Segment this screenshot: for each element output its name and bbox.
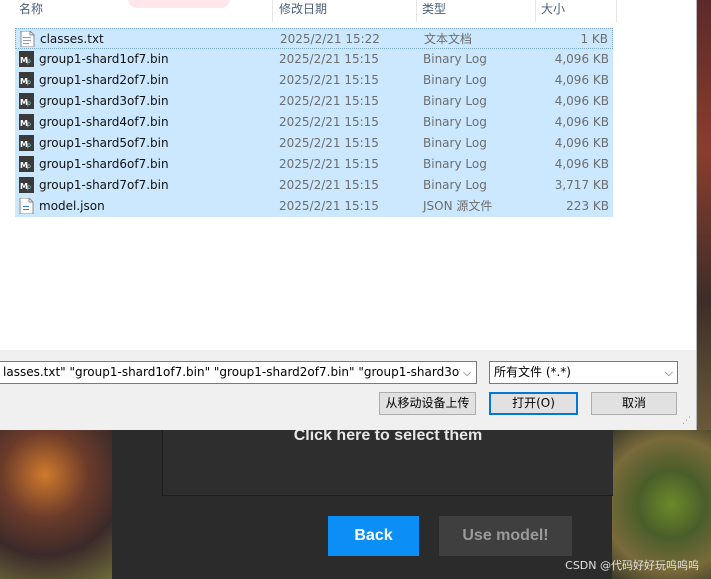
file-size: 4,096 KB <box>554 94 609 108</box>
file-type: Binary Log <box>423 94 487 108</box>
cancel-button[interactable]: 取消 <box>591 392 677 415</box>
file-type: Binary Log <box>423 52 487 66</box>
file-name: group1-shard6of7.bin <box>39 157 169 171</box>
filename-value: lasses.txt" "group1-shard1of7.bin" "grou… <box>3 365 472 379</box>
binary-file-icon: Mp <box>19 156 34 172</box>
file-date: 2025/2/21 15:15 <box>279 157 379 171</box>
file-row[interactable]: Mp group1-shard4of7.bin 2025/2/21 15:15 Bin… <box>15 112 613 133</box>
file-date: 2025/2/21 15:15 <box>279 94 379 108</box>
binary-file-icon: Mp <box>19 51 34 67</box>
file-dropzone[interactable]: Click here to select them <box>162 427 613 496</box>
resize-grip-icon[interactable]: ⋰ <box>682 416 691 426</box>
file-row[interactable]: model.json 2025/2/21 15:15 JSON 源文件 223 KB <box>15 196 613 217</box>
file-size: 4,096 KB <box>554 115 609 129</box>
binary-file-icon: Mp <box>19 114 34 130</box>
file-type: Binary Log <box>423 157 487 171</box>
file-date: 2025/2/21 15:15 <box>279 115 379 129</box>
column-header: 名称 修改日期 类型 大小 <box>0 0 617 22</box>
file-row[interactable]: Mp group1-shard1of7.bin 2025/2/21 15:15 Bin… <box>15 49 613 70</box>
back-button[interactable]: Back <box>328 516 419 556</box>
upload-from-mobile-button[interactable]: 从移动设备上传 <box>379 392 476 415</box>
use-model-button[interactable]: Use model! <box>439 516 572 556</box>
file-size: 4,096 KB <box>554 73 609 87</box>
json-file-icon <box>19 197 34 215</box>
chevron-down-icon[interactable]: ⌵ <box>665 362 673 383</box>
column-name[interactable]: 名称 <box>15 0 273 22</box>
file-type: Binary Log <box>423 73 487 87</box>
file-row[interactable]: classes.txt 2025/2/21 15:22 文本文档 1 KB <box>15 28 613 49</box>
file-row[interactable]: Mp group1-shard7of7.bin 2025/2/21 15:15 Bin… <box>15 175 613 196</box>
file-date: 2025/2/21 15:15 <box>279 178 379 192</box>
text-file-icon <box>20 30 35 48</box>
svg-text:p: p <box>27 142 31 149</box>
background-photo-left <box>0 430 112 579</box>
file-date: 2025/2/21 15:15 <box>279 136 379 150</box>
file-name: group1-shard1of7.bin <box>39 52 169 66</box>
binary-file-icon: Mp <box>19 135 34 151</box>
background-photo-strip <box>696 0 711 430</box>
file-open-dialog: 名称 修改日期 类型 大小 classes.txt 2025/2/21 15:22… <box>0 0 697 430</box>
svg-text:p: p <box>27 79 31 86</box>
svg-text:p: p <box>27 163 31 170</box>
file-size: 4,096 KB <box>554 52 609 66</box>
file-type: 文本文档 <box>424 32 473 46</box>
file-date: 2025/2/21 15:22 <box>280 32 380 46</box>
file-name: group1-shard4of7.bin <box>39 115 169 129</box>
column-type[interactable]: 类型 <box>418 0 536 22</box>
file-date: 2025/2/21 15:15 <box>279 73 379 87</box>
binary-file-icon: Mp <box>19 93 34 109</box>
file-size: 1 KB <box>580 32 608 46</box>
file-name: classes.txt <box>40 32 104 46</box>
column-size[interactable]: 大小 <box>537 0 617 22</box>
svg-text:p: p <box>27 121 31 128</box>
chevron-down-icon[interactable]: ⌵ <box>460 362 474 383</box>
watermark: CSDN @代码好好玩呜呜呜 <box>565 559 699 572</box>
binary-file-icon: Mp <box>19 177 34 193</box>
file-type: Binary Log <box>423 115 487 129</box>
file-size: 4,096 KB <box>554 136 609 150</box>
column-date[interactable]: 修改日期 <box>275 0 417 22</box>
file-type: Binary Log <box>423 136 487 150</box>
file-date: 2025/2/21 15:15 <box>279 52 379 66</box>
binary-file-icon: Mp <box>19 72 34 88</box>
file-date: 2025/2/21 15:15 <box>279 199 379 213</box>
svg-text:p: p <box>27 184 31 191</box>
file-type: Binary Log <box>423 178 487 192</box>
file-name: group1-shard3of7.bin <box>39 94 169 108</box>
file-size: 4,096 KB <box>554 157 609 171</box>
filetype-select[interactable]: 所有文件 (*.*) ⌵ <box>489 361 678 384</box>
file-row[interactable]: Mp group1-shard5of7.bin 2025/2/21 15:15 Bin… <box>15 133 613 154</box>
file-row[interactable]: Mp group1-shard3of7.bin 2025/2/21 15:15 Bin… <box>15 91 613 112</box>
file-size: 223 KB <box>566 199 609 213</box>
file-name: group1-shard5of7.bin <box>39 136 169 150</box>
svg-text:p: p <box>27 58 31 65</box>
svg-text:p: p <box>27 100 31 107</box>
file-row[interactable]: Mp group1-shard6of7.bin 2025/2/21 15:15 Bin… <box>15 154 613 175</box>
file-name: group1-shard7of7.bin <box>39 178 169 192</box>
file-row[interactable]: Mp group1-shard2of7.bin 2025/2/21 15:15 Bin… <box>15 70 613 91</box>
file-size: 3,717 KB <box>554 178 609 192</box>
filename-input[interactable]: lasses.txt" "group1-shard1of7.bin" "grou… <box>0 361 477 384</box>
file-name: group1-shard2of7.bin <box>39 73 169 87</box>
open-button[interactable]: 打开(O) <box>489 392 578 415</box>
file-name: model.json <box>39 199 105 213</box>
filetype-value: 所有文件 (*.*) <box>494 365 571 379</box>
file-type: JSON 源文件 <box>423 199 493 213</box>
